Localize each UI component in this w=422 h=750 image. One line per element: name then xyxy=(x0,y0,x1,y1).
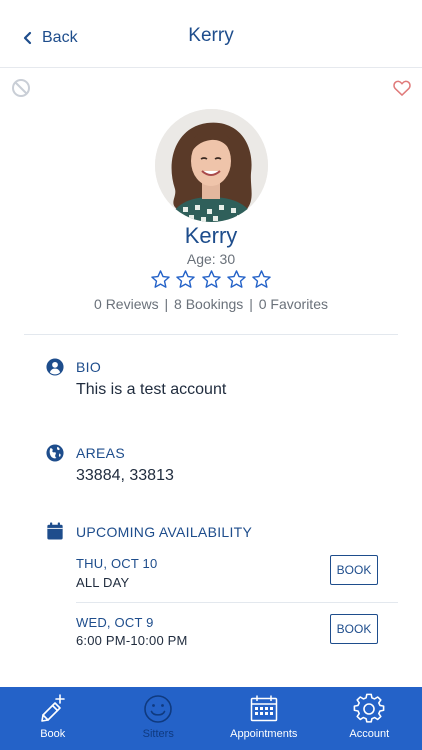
profile-stats: 0 Reviews | 8 Bookings | 0 Favorites xyxy=(0,296,422,312)
star-icon xyxy=(252,270,271,288)
areas-text: 33884, 33813 xyxy=(76,467,174,484)
heart-icon[interactable] xyxy=(392,78,412,98)
bio-text: This is a test account xyxy=(76,381,227,398)
calendar-icon xyxy=(250,695,277,722)
slot-date: THU, OCT 10 xyxy=(76,556,158,571)
tab-account[interactable]: Account xyxy=(317,687,422,750)
tab-appointments[interactable]: Appointments xyxy=(211,687,317,750)
smiley-icon xyxy=(144,695,173,723)
navigation-bar: Back Kerry xyxy=(0,0,422,68)
stats-separator: | xyxy=(164,296,169,312)
book-button[interactable]: BOOK xyxy=(330,614,378,644)
globe-icon xyxy=(46,444,64,462)
pencil-plus-icon xyxy=(40,694,65,722)
rating-stars xyxy=(150,269,272,291)
slot-time: 6:00 PM-10:00 PM xyxy=(76,633,188,648)
book-button[interactable]: BOOK xyxy=(330,555,378,585)
profile-name: Kerry xyxy=(184,223,238,248)
areas-title: AREAS xyxy=(76,445,125,461)
star-icon xyxy=(151,270,170,288)
profile-age: Age: 30 xyxy=(186,251,236,267)
tab-label: Sitters xyxy=(142,728,174,740)
slot-time: ALL DAY xyxy=(76,575,130,590)
bookings-count: 8 Bookings xyxy=(174,296,244,312)
reviews-count: 0 Reviews xyxy=(94,296,159,312)
tab-label: Book xyxy=(40,728,66,740)
slot-divider xyxy=(76,602,398,603)
tab-bar: Book Sitters Appointments Account xyxy=(0,687,422,750)
availability-title: UPCOMING AVAILABILITY xyxy=(76,524,253,540)
favorites-count: 0 Favorites xyxy=(258,296,328,312)
star-icon xyxy=(226,270,246,288)
block-icon[interactable] xyxy=(11,78,31,98)
slot-date: WED, OCT 9 xyxy=(76,615,154,630)
calendar-icon xyxy=(47,522,63,540)
avatar xyxy=(155,109,268,222)
tab-label: Account xyxy=(349,728,390,740)
section-divider xyxy=(24,334,398,335)
tab-book[interactable]: Book xyxy=(0,687,106,750)
star-icon xyxy=(201,270,221,288)
profile-photo xyxy=(155,109,268,222)
gear-icon xyxy=(353,693,385,723)
stats-separator: | xyxy=(249,296,253,312)
tab-sitters[interactable]: Sitters xyxy=(106,687,212,750)
page-title: Kerry xyxy=(188,25,234,46)
bio-title: BIO xyxy=(76,359,102,375)
tab-label: Appointments xyxy=(230,728,298,740)
star-icon xyxy=(176,270,196,288)
user-circle-icon xyxy=(46,358,64,376)
